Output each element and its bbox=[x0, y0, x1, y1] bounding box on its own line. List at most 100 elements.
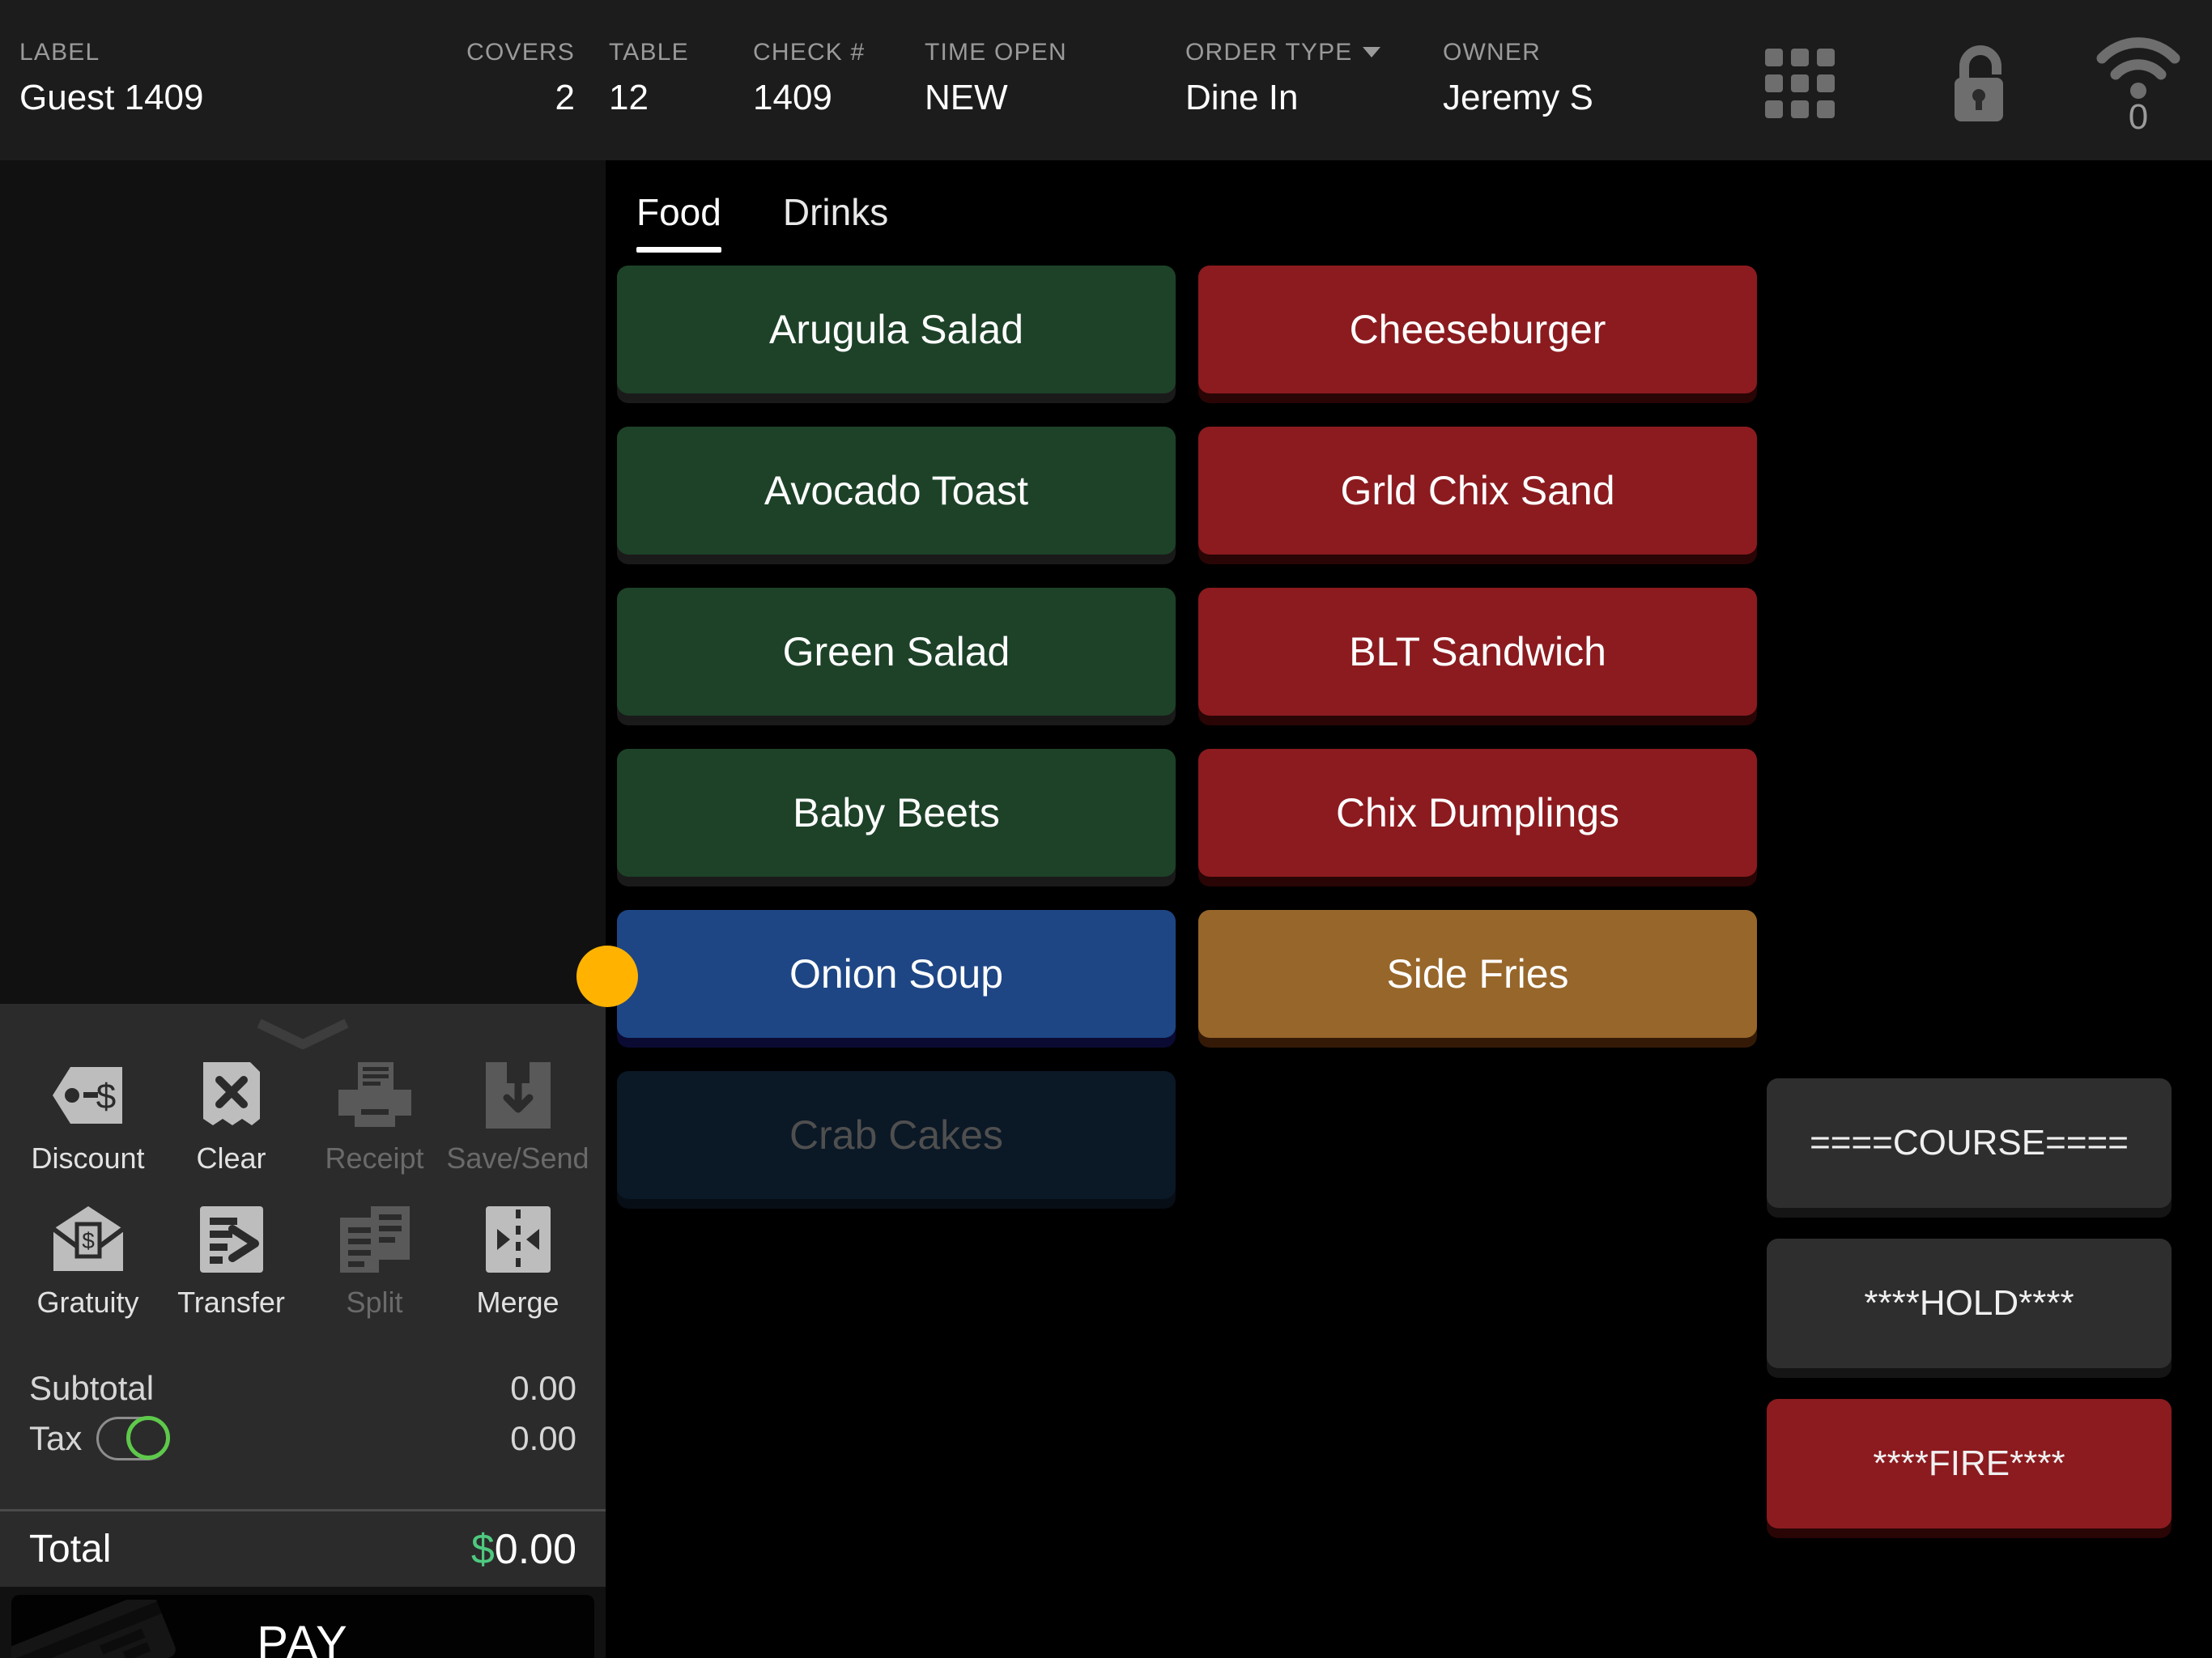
menu-item-button[interactable]: Grld Chix Sand bbox=[1198, 427, 1757, 555]
header-owner-value: Jeremy S bbox=[1443, 78, 1593, 117]
menu-item-label: Baby Beets bbox=[793, 790, 1000, 835]
header-field-owner: OWNER Jeremy S bbox=[1443, 39, 1593, 118]
header-label-value: Guest 1409 bbox=[19, 78, 204, 117]
wifi-icon[interactable] bbox=[2094, 37, 2183, 102]
grid-cell bbox=[1791, 100, 1809, 118]
menu-item-label: Arugula Salad bbox=[768, 307, 1024, 352]
header-order-type-value: Dine In bbox=[1185, 78, 1299, 117]
clear-receipt-x-icon bbox=[160, 1054, 303, 1137]
action-merge[interactable]: Merge bbox=[446, 1198, 589, 1320]
wifi-device-count: 0 bbox=[2128, 97, 2149, 137]
header-field-covers: COVERS 2 bbox=[381, 39, 575, 118]
menu-column-two: Cheeseburger Grld Chix Sand BLT Sandwich… bbox=[1198, 266, 1757, 1071]
tab-food-label: Food bbox=[636, 191, 721, 233]
menu-item-button[interactable]: Arugula Salad bbox=[617, 266, 1176, 393]
hold-button-label: ****HOLD**** bbox=[1864, 1283, 2074, 1323]
header-time-open-value: NEW bbox=[925, 78, 1008, 117]
tab-drinks[interactable]: Drinks bbox=[783, 160, 888, 264]
menu-item-button[interactable]: Side Fries bbox=[1198, 910, 1757, 1038]
printer-receipt-icon bbox=[303, 1054, 446, 1137]
grid-cell bbox=[1817, 100, 1835, 118]
menu-item-button[interactable]: Green Salad bbox=[617, 588, 1176, 716]
action-clear[interactable]: Clear bbox=[160, 1054, 303, 1175]
grid-apps-icon[interactable] bbox=[1765, 49, 1835, 118]
subtotal-label: Subtotal bbox=[29, 1369, 155, 1407]
tab-food[interactable]: Food bbox=[636, 160, 721, 264]
menu-item-label: Crab Cakes bbox=[789, 1112, 1003, 1158]
tax-row: Tax 0.00 bbox=[29, 1414, 576, 1464]
fire-button-label: ****FIRE**** bbox=[1873, 1443, 2065, 1483]
hold-button[interactable]: ****HOLD**** bbox=[1767, 1239, 2172, 1368]
menu-item-button[interactable]: BLT Sandwich bbox=[1198, 588, 1757, 716]
totals-section: Subtotal 0.00 Tax 0.00 bbox=[0, 1344, 606, 1509]
header-owner-caption: OWNER bbox=[1443, 39, 1541, 66]
chevron-down-icon[interactable] bbox=[254, 1018, 351, 1051]
category-tabs: Food Drinks bbox=[606, 160, 919, 264]
check-header-bar: LABEL Guest 1409 COVERS 2 TABLE 12 CHECK… bbox=[0, 0, 2212, 160]
action-save-send-label: Save/Send bbox=[446, 1141, 589, 1175]
menu-item-label: Grld Chix Sand bbox=[1340, 468, 1615, 513]
header-check-value: 1409 bbox=[753, 78, 832, 117]
subtotal-value: 0.00 bbox=[510, 1369, 576, 1407]
menu-item-button[interactable]: Chix Dumplings bbox=[1198, 749, 1757, 877]
order-items-list[interactable] bbox=[0, 160, 606, 1004]
menu-item-label: Side Fries bbox=[1386, 951, 1569, 997]
menu-item-label: Cheeseburger bbox=[1349, 307, 1606, 352]
action-discount[interactable]: $ Discount bbox=[16, 1054, 160, 1175]
header-field-label: LABEL Guest 1409 bbox=[19, 39, 204, 118]
header-covers-caption: COVERS bbox=[466, 39, 575, 66]
menu-item-button[interactable]: Baby Beets bbox=[617, 749, 1176, 877]
action-save-send: Save/Send bbox=[446, 1054, 589, 1175]
action-split: Split bbox=[303, 1198, 446, 1320]
course-button-label: ====COURSE==== bbox=[1810, 1123, 2129, 1163]
action-receipt-label: Receipt bbox=[325, 1141, 424, 1175]
action-merge-label: Merge bbox=[476, 1286, 559, 1319]
tab-active-underline bbox=[636, 247, 721, 253]
grid-cell bbox=[1817, 49, 1835, 66]
unlocked-padlock-icon[interactable] bbox=[1940, 42, 2018, 126]
grid-cell bbox=[1817, 74, 1835, 92]
header-time-open-caption: TIME OPEN bbox=[925, 39, 1067, 66]
save-send-icon bbox=[446, 1054, 589, 1137]
header-covers-value: 2 bbox=[555, 78, 575, 117]
header-check-caption: CHECK # bbox=[753, 39, 866, 66]
action-gratuity[interactable]: $ Gratuity bbox=[16, 1198, 160, 1320]
grid-cell bbox=[1765, 100, 1783, 118]
action-split-label: Split bbox=[346, 1286, 403, 1319]
header-table-value: 12 bbox=[609, 78, 649, 117]
menu-item-label: BLT Sandwich bbox=[1349, 629, 1606, 674]
chevron-down-icon[interactable] bbox=[1362, 47, 1380, 57]
grid-cell bbox=[1791, 74, 1809, 92]
grid-cell bbox=[1765, 49, 1783, 66]
split-check-icon bbox=[303, 1198, 446, 1281]
header-field-time-open: TIME OPEN NEW bbox=[925, 39, 1067, 118]
course-button[interactable]: ====COURSE==== bbox=[1767, 1078, 2172, 1208]
total-amount: 0.00 bbox=[494, 1525, 576, 1573]
subtotal-row: Subtotal 0.00 bbox=[29, 1363, 576, 1414]
menu-item-label: Onion Soup bbox=[789, 951, 1004, 997]
total-value: $0.00 bbox=[471, 1525, 576, 1574]
pay-button[interactable]: PAY bbox=[11, 1595, 594, 1658]
menu-item-button[interactable]: Onion Soup bbox=[617, 910, 1176, 1038]
header-order-type-caption: ORDER TYPE bbox=[1185, 39, 1380, 66]
total-label: Total bbox=[29, 1528, 112, 1571]
order-panel: $ Discount Clear Receipt Save/Send $ Gra… bbox=[0, 160, 606, 1658]
menu-column-one: Arugula Salad Avocado Toast Green Salad … bbox=[617, 266, 1176, 1232]
course-action-column: ====COURSE==== ****HOLD**** ****FIRE**** bbox=[1767, 1078, 2196, 1559]
grid-cell bbox=[1791, 49, 1809, 66]
transfer-arrow-icon bbox=[160, 1198, 303, 1281]
action-clear-label: Clear bbox=[196, 1141, 266, 1175]
order-actions-tray: $ Discount Clear Receipt Save/Send $ Gra… bbox=[0, 1004, 606, 1344]
menu-item-button[interactable]: Cheeseburger bbox=[1198, 266, 1757, 393]
menu-item-button[interactable]: Avocado Toast bbox=[617, 427, 1176, 555]
order-actions-grid: $ Discount Clear Receipt Save/Send $ Gra… bbox=[16, 1054, 589, 1320]
header-field-table: TABLE 12 bbox=[609, 39, 689, 118]
header-table-caption: TABLE bbox=[609, 39, 689, 66]
total-currency-symbol: $ bbox=[470, 1525, 495, 1573]
header-field-order-type[interactable]: ORDER TYPE Dine In bbox=[1185, 39, 1380, 118]
fire-button[interactable]: ****FIRE**** bbox=[1767, 1399, 2172, 1528]
action-transfer[interactable]: Transfer bbox=[160, 1198, 303, 1320]
menu-item-label: Chix Dumplings bbox=[1335, 790, 1620, 835]
pay-button-label: PAY bbox=[257, 1616, 349, 1658]
tax-toggle[interactable] bbox=[96, 1416, 171, 1460]
